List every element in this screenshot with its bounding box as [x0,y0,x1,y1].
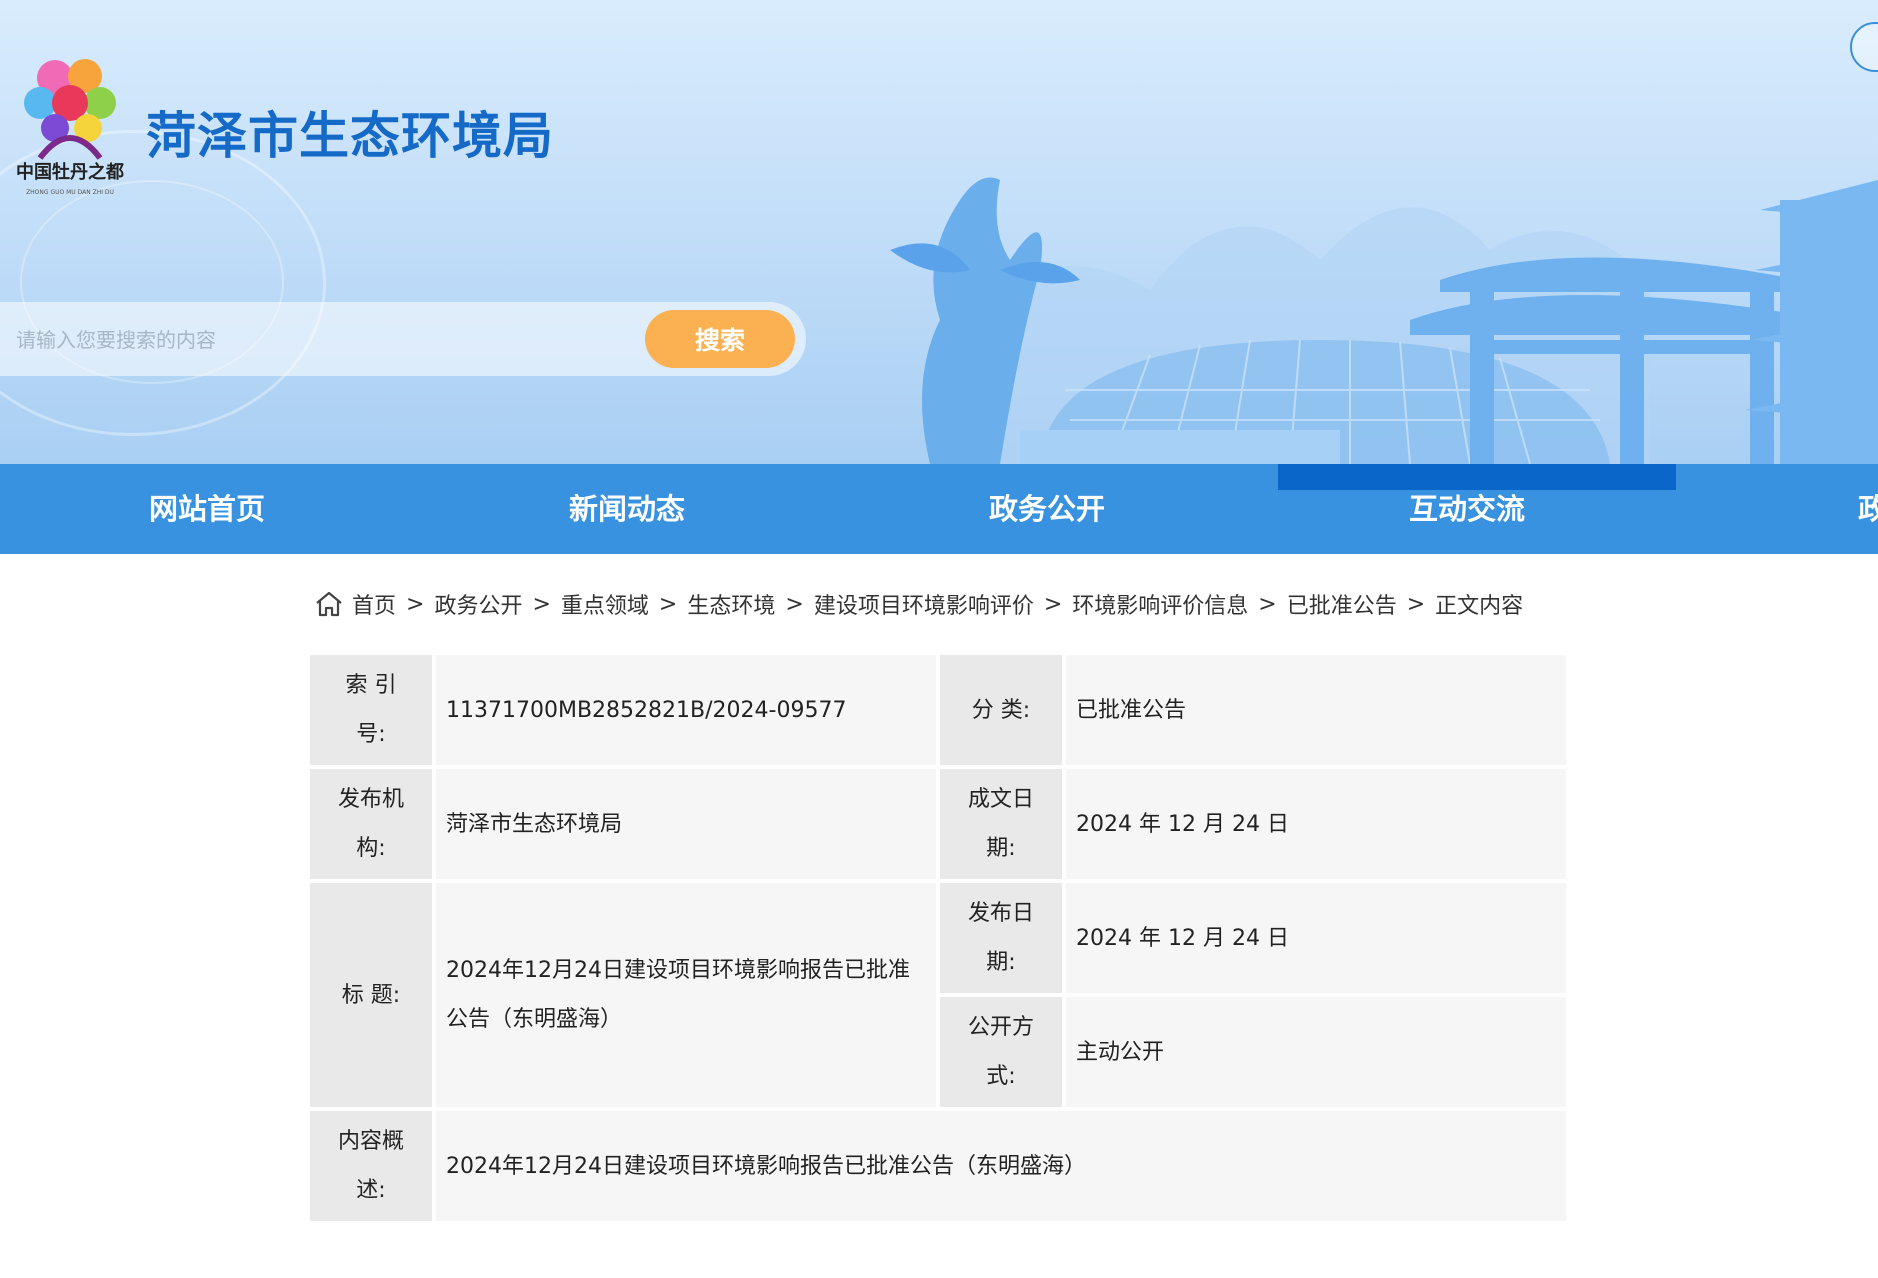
svg-text:中国牡丹之都: 中国牡丹之都 [16,161,124,183]
publish-date-value: 2024 年 12 月 24 日 [1066,883,1566,993]
table-row: 发布机构: 菏泽市生态环境局 成文日期: 2024 年 12 月 24 日 [310,769,1566,879]
nav-item-news[interactable]: 新闻动态 [417,464,837,554]
accessibility-icon[interactable] [1850,22,1878,72]
breadcrumb: 首页 > 政务公开 > 重点领域 > 生态环境 > 建设项目环境影响评价 > 环… [314,586,1523,622]
nav-item-home[interactable]: 网站首页 [0,464,417,554]
main-nav: 网站首页 新闻动态 政务公开 互动交流 政务 [0,464,1878,554]
nav-item-government-affairs[interactable]: 政务公开 [837,464,1257,554]
summary-label: 内容概述: [310,1111,432,1221]
city-skyline-illustration [890,177,1878,464]
breadcrumb-eia-info[interactable]: 环境影响评价信息 [1072,588,1248,620]
document-info-table: 索 引 号: 11371700MB2852821B/2024-09577 分 类… [306,651,1570,1225]
breadcrumb-ecological-environment[interactable]: 生态环境 [687,588,775,620]
title-label: 标 题: [310,883,432,1107]
disclosure-value: 主动公开 [1066,997,1566,1107]
svg-text:ZHONG GUO MU DAN ZHI DU: ZHONG GUO MU DAN ZHI DU [26,189,114,196]
index-value: 11371700MB2852821B/2024-09577 [436,655,936,765]
breadcrumb-separator: > [658,591,678,617]
breadcrumb-approved-notices[interactable]: 已批准公告 [1287,588,1397,620]
table-row: 索 引 号: 11371700MB2852821B/2024-09577 分 类… [310,655,1566,765]
breadcrumb-separator: > [1258,591,1277,617]
search-input[interactable] [14,314,638,366]
breadcrumb-home[interactable]: 首页 [352,588,396,620]
written-date-label: 成文日期: [940,769,1062,879]
summary-value: 2024年12月24日建设项目环境影响报告已批准公告（东明盛海） [436,1111,1566,1221]
written-date-value: 2024 年 12 月 24 日 [1066,769,1566,879]
index-label: 索 引 号: [310,655,432,765]
publisher-value: 菏泽市生态环境局 [436,769,936,879]
publisher-label: 发布机构: [310,769,432,879]
breadcrumb-current: 正文内容 [1435,594,1524,619]
peony-logo: 中国牡丹之都 ZHONG GUO MU DAN ZHI DU [16,59,124,196]
disclosure-label: 公开方式: [940,997,1062,1107]
breadcrumb-separator: > [532,591,551,617]
search-bar: 搜索 [0,302,806,376]
breadcrumb-separator: > [406,591,425,617]
search-button[interactable]: 搜索 [645,310,795,368]
breadcrumb-key-areas[interactable]: 重点领域 [561,588,649,620]
home-icon [316,591,342,617]
publish-date-label: 发布日期: [940,883,1062,993]
breadcrumb-eia[interactable]: 建设项目环境影响评价 [814,588,1034,620]
title-value: 2024年12月24日建设项目环境影响报告已批准公告（东明盛海） [436,883,936,1107]
category-value: 已批准公告 [1066,655,1566,765]
nav-item-services[interactable]: 政务 [1677,464,1878,554]
breadcrumb-government-affairs[interactable]: 政务公开 [434,588,522,620]
category-label: 分 类: [940,655,1062,765]
table-row: 内容概述: 2024年12月24日建设项目环境影响报告已批准公告（东明盛海） [310,1111,1566,1221]
nav-item-interaction[interactable]: 互动交流 [1257,464,1677,554]
site-title: 菏泽市生态环境局 [146,107,554,165]
breadcrumb-separator: > [1043,591,1063,617]
breadcrumb-separator: > [1406,591,1426,617]
header-banner: 中国牡丹之都 ZHONG GUO MU DAN ZHI DU 菏泽市生态环境局 … [0,0,1878,464]
table-row: 标 题: 2024年12月24日建设项目环境影响报告已批准公告（东明盛海） 发布… [310,883,1566,1107]
breadcrumb-separator: > [785,591,804,617]
